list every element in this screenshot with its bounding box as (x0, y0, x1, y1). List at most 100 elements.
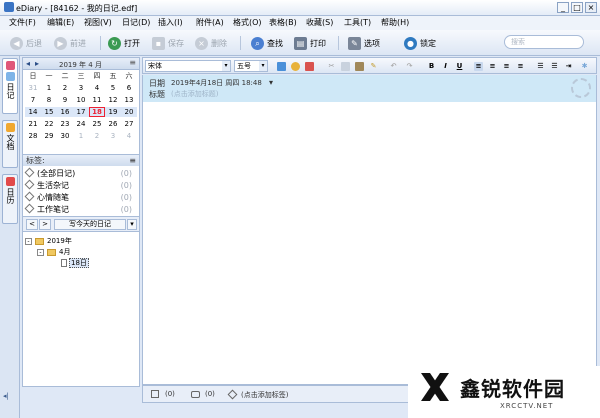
tree-month-node[interactable]: -4月 (37, 247, 70, 257)
emoticon-icon[interactable] (291, 62, 300, 71)
back-button[interactable]: ◀ 后退 (10, 35, 42, 51)
add-tag-input[interactable]: (点击添加标签) (241, 390, 288, 400)
calendar-day[interactable]: 30 (57, 131, 73, 141)
calendar-day[interactable]: 1 (41, 83, 57, 93)
open-button[interactable]: ↻ 打开 (108, 35, 140, 51)
bullet-list-icon[interactable]: ☰ (536, 62, 545, 71)
menu-favorites[interactable]: 收藏(S) (306, 17, 333, 28)
print-button[interactable]: ▤ 打印 (294, 35, 326, 51)
indent-icon[interactable]: ⇥ (564, 62, 573, 71)
tag-item-work[interactable]: 工作笔记 (0) (24, 203, 136, 216)
menu-file[interactable]: 文件(F) (9, 17, 36, 28)
prev-month-button[interactable]: ◂ (26, 59, 30, 68)
calendar-day[interactable]: 6 (121, 83, 137, 93)
calendar-day[interactable]: 26 (105, 119, 121, 129)
paste-icon[interactable] (355, 62, 364, 71)
close-button[interactable]: × (585, 2, 597, 13)
insert-image-icon[interactable] (277, 62, 286, 71)
more-options-icon[interactable]: ✱ (580, 62, 589, 71)
menu-insert[interactable]: 插入(I) (158, 17, 183, 28)
tag-item-all[interactable]: (全部日记) (0) (24, 167, 136, 180)
calendar-day[interactable]: 20 (121, 107, 137, 117)
next-month-button[interactable]: ▸ (35, 59, 39, 68)
calendar-day[interactable]: 22 (41, 119, 57, 129)
align-left-icon[interactable]: ≡ (474, 62, 483, 71)
date-dropdown-icon[interactable]: ▾ (269, 78, 273, 87)
calendar-menu-icon[interactable]: ≡ (129, 58, 136, 67)
calendar-day[interactable]: 21 (25, 119, 41, 129)
tags-menu-icon[interactable]: ≡ (129, 155, 136, 166)
today-dropdown-button[interactable]: ▾ (127, 219, 137, 230)
weather-icon[interactable] (571, 78, 591, 98)
calendar-day[interactable]: 12 (105, 95, 121, 105)
calendar-day[interactable]: 29 (41, 131, 57, 141)
tree-expander-icon[interactable]: - (37, 248, 44, 256)
calendar-day[interactable]: 3 (105, 131, 121, 141)
undo-icon[interactable]: ↶ (389, 62, 398, 71)
tree-year-node[interactable]: -2019年 (25, 236, 72, 246)
save-button[interactable]: ▪ 保存 (152, 35, 184, 51)
title-input[interactable]: (点击添加标题) (171, 89, 218, 99)
tab-documents[interactable]: 文档 (2, 120, 18, 168)
italic-icon[interactable]: I (441, 62, 450, 71)
menu-view[interactable]: 视图(V) (84, 17, 112, 28)
menu-format[interactable]: 格式(O) (233, 17, 262, 28)
calendar-day[interactable]: 24 (73, 119, 89, 129)
calendar-day[interactable]: 28 (25, 131, 41, 141)
calendar-day[interactable]: 4 (121, 131, 137, 141)
comment-icon[interactable] (191, 391, 200, 398)
copy-icon[interactable] (341, 62, 350, 71)
write-today-button[interactable]: 写今天的日记 (54, 219, 126, 230)
minimize-button[interactable]: _ (557, 2, 569, 13)
calendar-day[interactable]: 10 (73, 95, 89, 105)
calendar-day[interactable]: 1 (73, 131, 89, 141)
tag-item-mood[interactable]: 心情随笔 (0) (24, 191, 136, 204)
calendar-day[interactable]: 17 (73, 107, 89, 117)
calendar-day[interactable]: 4 (89, 83, 105, 93)
font-select[interactable]: 宋体 ▾ (145, 60, 231, 72)
menu-tools[interactable]: 工具(T) (344, 17, 371, 28)
calendar-day[interactable]: 31 (25, 83, 41, 93)
prev-diary-button[interactable]: < (26, 219, 38, 230)
calendar-day[interactable]: 23 (57, 119, 73, 129)
date-value[interactable]: 2019年4月18日 周四 18:48 (171, 78, 262, 88)
maximize-button[interactable]: □ (571, 2, 583, 13)
attachment-icon[interactable] (151, 390, 159, 398)
cut-icon[interactable]: ✂ (327, 62, 336, 71)
tree-expander-icon[interactable]: - (25, 237, 32, 245)
underline-icon[interactable]: U (455, 62, 464, 71)
calendar-day[interactable]: 13 (121, 95, 137, 105)
calendar-day[interactable]: 14 (25, 107, 41, 117)
insert-table-icon[interactable] (305, 62, 314, 71)
calendar-day[interactable]: 19 (105, 107, 121, 117)
tab-calendar[interactable]: 日历 (2, 174, 18, 224)
calendar-day[interactable]: 15 (41, 107, 57, 117)
bold-icon[interactable]: B (427, 62, 436, 71)
calendar-day[interactable]: 7 (25, 95, 41, 105)
align-center-icon[interactable]: ≡ (488, 62, 497, 71)
justify-icon[interactable]: ≡ (516, 62, 525, 71)
font-size-select[interactable]: 五号 ▾ (234, 60, 268, 72)
options-button[interactable]: ✎ 选项 (348, 35, 380, 51)
menu-attach[interactable]: 附件(A) (196, 17, 224, 28)
menu-table[interactable]: 表格(B) (269, 17, 297, 28)
calendar-day[interactable]: 2 (57, 83, 73, 93)
calendar-day[interactable]: 8 (41, 95, 57, 105)
calendar-day[interactable]: 3 (73, 83, 89, 93)
tree-day-node[interactable]: 18日 (61, 258, 89, 268)
calendar-day[interactable]: 25 (89, 119, 105, 129)
next-diary-button[interactable]: > (39, 219, 51, 230)
align-right-icon[interactable]: ≡ (502, 62, 511, 71)
lock-button[interactable]: ● 锁定 (404, 35, 436, 51)
calendar-day[interactable]: 18 (89, 107, 105, 117)
find-button[interactable]: ⌕ 查找 (251, 35, 283, 51)
forward-button[interactable]: ▶ 前进 (54, 35, 86, 51)
tab-diary[interactable]: 日记 (2, 58, 18, 114)
numbered-list-icon[interactable]: ☰ (550, 62, 559, 71)
redo-icon[interactable]: ↷ (405, 62, 414, 71)
calendar-day[interactable]: 11 (89, 95, 105, 105)
calendar-day[interactable]: 27 (121, 119, 137, 129)
calendar-day[interactable]: 2 (89, 131, 105, 141)
menu-edit[interactable]: 编辑(E) (47, 17, 74, 28)
delete-button[interactable]: × 删除 (195, 35, 227, 51)
